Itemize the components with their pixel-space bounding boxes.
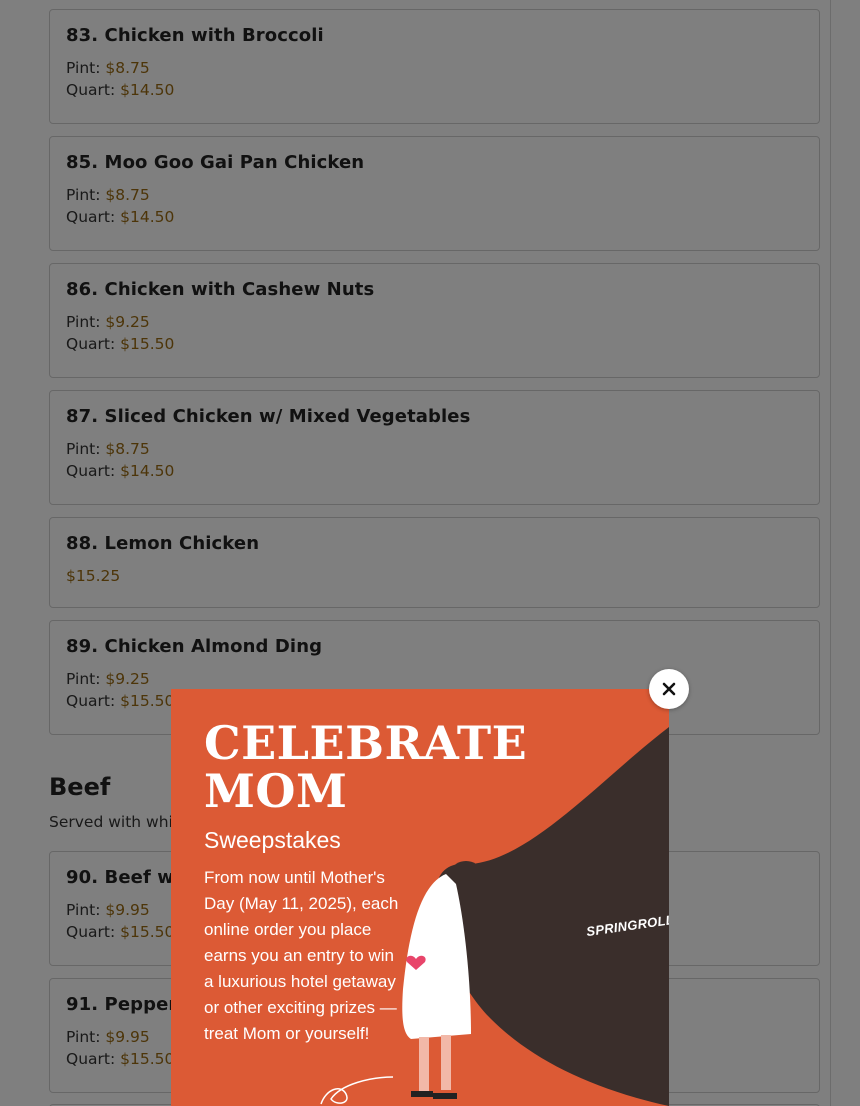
heart-doodle bbox=[320, 1076, 394, 1105]
head-shape bbox=[452, 861, 480, 881]
shoe-shape bbox=[433, 1093, 457, 1099]
sweepstakes-popup[interactable]: CELEBRATE MOM Sweepstakes From now until… bbox=[171, 689, 669, 1106]
popup-subhead: Sweepstakes bbox=[204, 827, 341, 853]
popup-body: From now until Mother's Day (May 11, 202… bbox=[204, 868, 399, 1043]
close-button[interactable] bbox=[649, 669, 689, 709]
leg-shape bbox=[419, 1037, 429, 1092]
shoe-shape bbox=[411, 1091, 433, 1097]
popup-headline: CELEBRATE MOM bbox=[204, 719, 544, 815]
headline-line: MOM bbox=[204, 764, 348, 818]
headline-line: CELEBRATE bbox=[204, 716, 528, 770]
close-icon bbox=[662, 682, 676, 696]
leg-shape bbox=[441, 1035, 451, 1090]
